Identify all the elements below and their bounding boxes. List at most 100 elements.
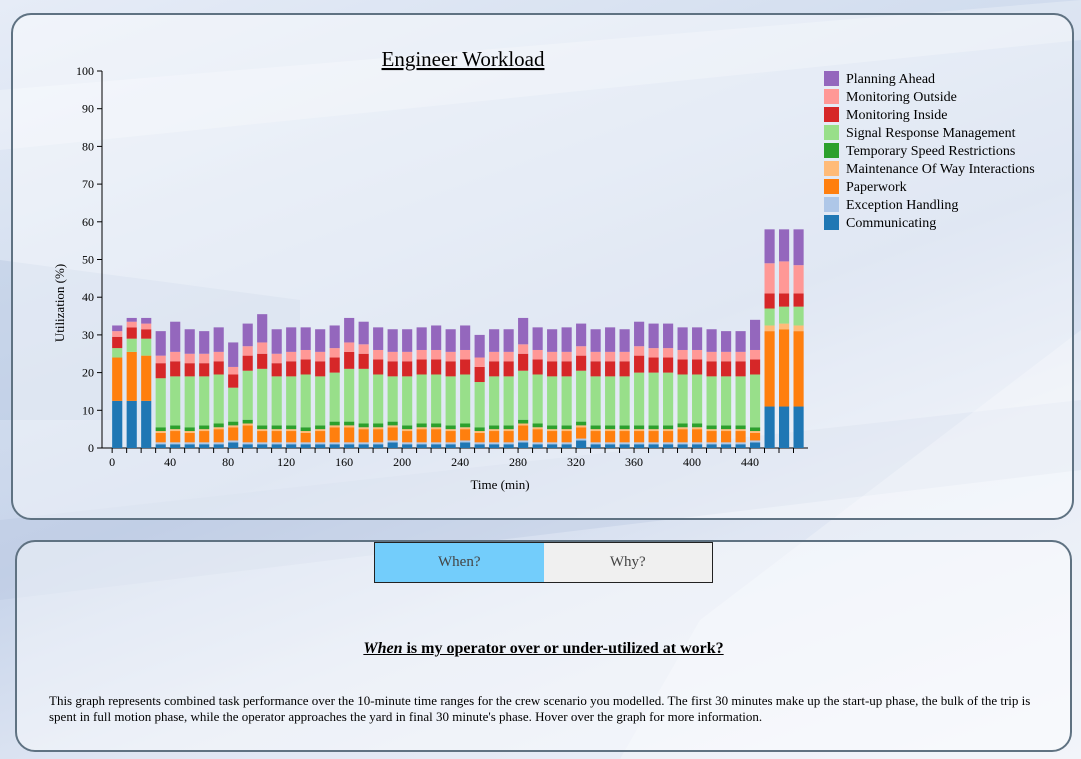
bar-segment[interactable] (677, 427, 688, 430)
bar-segment[interactable] (184, 329, 195, 354)
bar-segment[interactable] (199, 353, 210, 364)
bar-segment[interactable] (547, 361, 558, 377)
bar-stack[interactable] (503, 329, 514, 448)
bar-stack[interactable] (706, 329, 717, 448)
bar-segment[interactable] (184, 442, 195, 445)
bar-segment[interactable] (228, 421, 239, 426)
bar-segment[interactable] (126, 351, 137, 401)
bar-segment[interactable] (692, 349, 703, 360)
bar-stack[interactable] (663, 323, 674, 448)
bar-segment[interactable] (213, 442, 224, 445)
bar-segment[interactable] (315, 444, 326, 448)
bar-segment[interactable] (576, 323, 587, 347)
bar-segment[interactable] (590, 376, 601, 426)
bar-segment[interactable] (155, 355, 166, 364)
bar-segment[interactable] (344, 368, 355, 422)
bar-segment[interactable] (170, 351, 181, 362)
bar-segment[interactable] (431, 442, 442, 445)
bar-segment[interactable] (561, 361, 572, 377)
bar-segment[interactable] (416, 359, 427, 375)
bar-segment[interactable] (213, 351, 224, 362)
bar-stack[interactable] (518, 317, 529, 448)
bar-segment[interactable] (358, 429, 369, 443)
bar-segment[interactable] (445, 361, 456, 377)
bar-segment[interactable] (431, 359, 442, 375)
bar-segment[interactable] (605, 444, 616, 448)
workload-chart[interactable]: Engineer Workload 0 10 20 30 40 50 60 70 80 90 100… (13, 15, 1072, 518)
bar-segment[interactable] (793, 265, 804, 294)
bar-segment[interactable] (387, 442, 398, 448)
bar-segment[interactable] (373, 429, 384, 443)
bar-segment[interactable] (126, 327, 137, 339)
bar-segment[interactable] (460, 359, 471, 375)
bar-stack[interactable] (155, 331, 166, 448)
bar-segment[interactable] (677, 374, 688, 424)
bar-segment[interactable] (706, 376, 717, 426)
bar-stack[interactable] (532, 327, 543, 448)
bar-segment[interactable] (706, 429, 717, 432)
bar-stack[interactable] (561, 327, 572, 448)
bar-segment[interactable] (315, 376, 326, 426)
bar-stack[interactable] (402, 329, 413, 448)
bar-segment[interactable] (445, 376, 456, 426)
bar-segment[interactable] (547, 431, 558, 443)
bar-segment[interactable] (416, 349, 427, 360)
bar-segment[interactable] (155, 432, 166, 443)
bar-segment[interactable] (576, 440, 587, 448)
bar-segment[interactable] (358, 423, 369, 428)
bar-segment[interactable] (431, 374, 442, 424)
bar-segment[interactable] (228, 427, 239, 441)
bar-segment[interactable] (706, 351, 717, 362)
bar-segment[interactable] (184, 363, 195, 377)
bar-segment[interactable] (112, 325, 123, 332)
bar-segment[interactable] (692, 444, 703, 448)
bar-segment[interactable] (141, 323, 152, 330)
bar-segment[interactable] (358, 444, 369, 448)
bar-segment[interactable] (257, 342, 268, 354)
bar-segment[interactable] (170, 376, 181, 426)
bar-segment[interactable] (257, 429, 268, 432)
bar-segment[interactable] (199, 425, 210, 430)
bar-segment[interactable] (648, 425, 659, 430)
bar-segment[interactable] (344, 421, 355, 426)
bar-segment[interactable] (706, 329, 717, 352)
bar-segment[interactable] (692, 374, 703, 424)
bar-segment[interactable] (242, 323, 253, 347)
bar-segment[interactable] (750, 431, 761, 433)
bar-segment[interactable] (126, 317, 137, 322)
bar-segment[interactable] (735, 444, 746, 448)
bar-segment[interactable] (199, 376, 210, 426)
bar-segment[interactable] (286, 444, 297, 448)
bar-segment[interactable] (518, 353, 529, 371)
bar-segment[interactable] (721, 351, 732, 362)
bar-segment[interactable] (300, 374, 311, 428)
bar-segment[interactable] (779, 293, 790, 307)
bar-segment[interactable] (199, 442, 210, 445)
bar-segment[interactable] (126, 321, 137, 328)
tab-why[interactable]: Why? (543, 543, 712, 582)
bar-segment[interactable] (387, 421, 398, 426)
bar-segment[interactable] (532, 429, 543, 443)
bar-segment[interactable] (750, 359, 761, 375)
bar-segment[interactable] (373, 327, 384, 350)
bar-segment[interactable] (155, 378, 166, 428)
bar-segment[interactable] (329, 444, 340, 448)
bar-segment[interactable] (170, 361, 181, 377)
bar-segment[interactable] (619, 431, 630, 443)
bar-segment[interactable] (271, 429, 282, 432)
bar-stacks[interactable] (112, 229, 804, 448)
bar-segment[interactable] (518, 344, 529, 354)
bar-segment[interactable] (648, 348, 659, 358)
bar-segment[interactable] (547, 425, 558, 430)
bar-segment[interactable] (373, 374, 384, 424)
bar-segment[interactable] (344, 342, 355, 352)
bar-stack[interactable] (735, 331, 746, 448)
bar-segment[interactable] (315, 442, 326, 445)
bar-segment[interactable] (387, 440, 398, 443)
bar-segment[interactable] (605, 361, 616, 377)
bar-segment[interactable] (677, 359, 688, 375)
bar-segment[interactable] (228, 366, 239, 375)
bar-segment[interactable] (286, 376, 297, 426)
bar-segment[interactable] (648, 444, 659, 448)
bar-segment[interactable] (286, 327, 297, 352)
